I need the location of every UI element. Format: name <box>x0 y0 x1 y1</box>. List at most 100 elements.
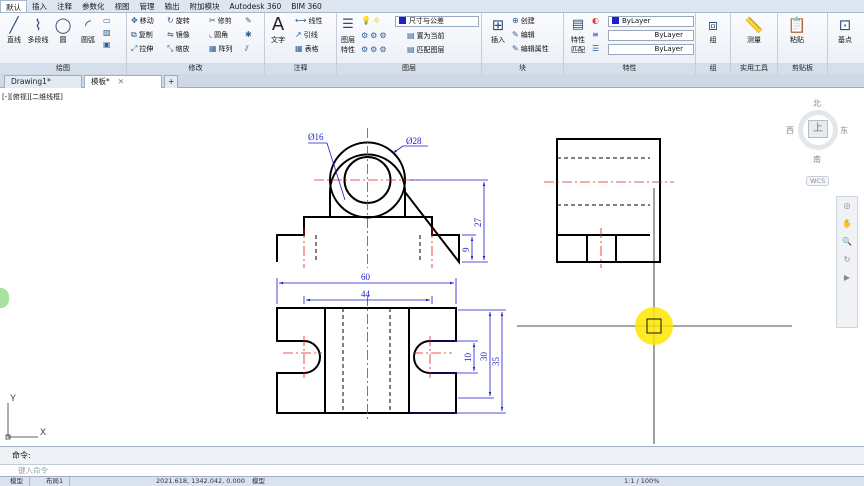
create-block-button[interactable]: ⊕ 创建 <box>512 15 535 27</box>
tab-manage[interactable]: 管理 <box>135 0 160 12</box>
properties-panel: ▤ 特性 匹配 ◐ ByLayer ≡ ByLayer ☰ ByLayer 特性 <box>564 13 696 74</box>
fillet-button[interactable]: ◟ 圆角 <box>209 29 228 41</box>
trim-button[interactable]: ✂ 修剪 <box>209 15 232 27</box>
showmotion-icon[interactable]: ▶ <box>837 269 857 287</box>
layer-state-icons[interactable]: 💡 ☼ <box>361 15 382 27</box>
modify-panel-title[interactable]: 修改 <box>127 63 264 74</box>
rotate-button[interactable]: ↻ 旋转 <box>167 15 190 27</box>
crosshair-cursor <box>517 188 792 444</box>
orbit-icon[interactable]: ↻ <box>837 251 857 269</box>
move-button[interactable]: ✥ 移动 <box>131 15 154 27</box>
steering-wheel-icon[interactable]: ◎ <box>837 197 857 215</box>
array-button[interactable]: ▦ 阵列 <box>209 43 233 55</box>
viewport-controls-label[interactable]: [-][俯视][二维线框] <box>2 92 63 102</box>
arc-button[interactable]: ◜ 圆弧 <box>75 15 101 45</box>
annotation-scale[interactable]: 1:1 / 100% <box>624 477 659 486</box>
command-input[interactable]: 键入命令 <box>0 464 864 476</box>
zoom-icon[interactable]: 🔍 <box>837 233 857 251</box>
doc-tab-drawing1[interactable]: Drawing1* <box>4 75 82 88</box>
erase-button[interactable]: ✎ <box>245 15 254 27</box>
tab-parametric[interactable]: 参数化 <box>77 0 110 12</box>
layer-tools-row1[interactable]: ⚙ ⚙ ⚙ <box>361 30 389 42</box>
linetype-dropdown[interactable]: ByLayer <box>608 30 694 41</box>
navigation-bar[interactable]: ◎ ✋ 🔍 ↻ ▶ <box>836 196 858 328</box>
tab-insert[interactable]: 插入 <box>27 0 52 12</box>
pan-icon[interactable]: ✋ <box>837 215 857 233</box>
leader-button[interactable]: ↗ 引线 <box>295 29 318 41</box>
tab-bim360[interactable]: BIM 360 <box>286 0 327 12</box>
tab-default[interactable]: 默认 <box>0 0 27 12</box>
tab-output[interactable]: 输出 <box>160 0 185 12</box>
viewcube[interactable]: 北 西 东 南 上 WCS <box>786 96 848 188</box>
edit-block-button[interactable]: ✎ 编辑 <box>512 29 535 41</box>
arc-icon: ◜ <box>85 16 91 34</box>
layers-panel-title[interactable]: 图层 <box>337 63 481 74</box>
viewcube-east[interactable]: 东 <box>840 125 848 136</box>
clipboard-icon: 📋 <box>787 16 807 34</box>
new-tab-button[interactable]: + <box>164 75 178 88</box>
hatch-button[interactable]: ▨ <box>103 27 113 39</box>
layer-dropdown[interactable]: 尺寸与公差 <box>395 16 479 27</box>
layer-tools-row2[interactable]: ⚙ ⚙ ⚙ <box>361 44 389 56</box>
gradient-button[interactable]: ▣ <box>103 39 113 51</box>
draw-panel-title[interactable]: 绘图 <box>0 63 126 74</box>
text-icon: A <box>271 14 285 35</box>
base-point-button[interactable]: ⊡ 基点 <box>832 15 858 45</box>
wcs-menu[interactable]: WCS <box>806 176 830 186</box>
drawing-canvas[interactable]: Ø16 Ø28 27 9 60 44 10 30 35 Y X <box>0 88 864 446</box>
text-button[interactable]: A 文字 <box>266 15 290 45</box>
viewcube-west[interactable]: 西 <box>786 125 794 136</box>
annotation-panel-title[interactable]: 注释 <box>265 63 336 74</box>
tab-view[interactable]: 视图 <box>110 0 135 12</box>
tab-annotate[interactable]: 注释 <box>52 0 77 12</box>
close-icon[interactable]: ✕ <box>118 77 124 86</box>
side-view-hidden <box>557 157 650 206</box>
copy-button[interactable]: ⧉ 复制 <box>131 29 153 41</box>
explode-button[interactable]: ✱ <box>245 29 254 41</box>
circle-button[interactable]: ◯ 圆 <box>50 15 76 45</box>
properties-panel-title[interactable]: 特性 <box>564 63 695 74</box>
paste-button[interactable]: 📋 粘贴 <box>784 15 810 45</box>
offset-button[interactable]: ⫽ <box>245 43 251 55</box>
clipboard-panel-title[interactable]: 剪贴板 <box>778 63 827 74</box>
viewcube-south[interactable]: 南 <box>813 154 821 165</box>
clipboard-panel: 📋 粘贴 剪贴板 <box>778 13 828 74</box>
edit-block-icon: ✎ <box>512 30 519 39</box>
line-button[interactable]: ╱ 直线 <box>1 15 27 45</box>
model-space-label[interactable]: 模型 <box>252 477 265 486</box>
group-icon: ⧈ <box>708 16 718 34</box>
block-panel-title[interactable]: 块 <box>482 63 563 74</box>
viewcube-face[interactable]: 上 <box>808 120 828 138</box>
polyline-button[interactable]: ⌇ 多段线 <box>25 15 51 45</box>
table-button[interactable]: ▦ 表格 <box>295 43 319 55</box>
tab-autodesk360[interactable]: Autodesk 360 <box>225 0 287 12</box>
linear-dimension-button[interactable]: ⟷ 线性 <box>295 15 322 27</box>
set-current-button[interactable]: ▤ 置为当前 <box>407 30 445 42</box>
utilities-panel-title[interactable]: 实用工具 <box>731 63 777 74</box>
layer-tool-icon: ⚙ <box>379 31 387 40</box>
stretch-button[interactable]: ⤢ 拉伸 <box>131 43 153 55</box>
insert-block-button[interactable]: ⊞ 插入 <box>485 15 511 45</box>
tab-addins[interactable]: 附加模块 <box>185 0 225 12</box>
color-dropdown[interactable]: ByLayer <box>608 16 694 27</box>
group-button[interactable]: ⧈ 组 <box>700 15 726 45</box>
dim-d16: Ø16 <box>308 132 324 142</box>
doc-tab-template[interactable]: 模板* ✕ <box>84 75 162 88</box>
groups-panel-title[interactable]: 组 <box>696 63 730 74</box>
insert-block-icon: ⊞ <box>491 16 505 34</box>
match-layer-button[interactable]: ▤ 匹配图层 <box>407 44 445 56</box>
rectangle-button[interactable]: ▭ <box>103 15 113 27</box>
measure-button[interactable]: 📏 测量 <box>741 15 767 45</box>
model-layout-tab[interactable]: 模型 <box>4 477 30 486</box>
lineweight-dropdown[interactable]: ByLayer <box>608 44 694 55</box>
draw-panel: ╱ 直线 ⌇ 多段线 ◯ 圆 ◜ 圆弧 ▭ ▨ ▣ 绘图 <box>0 13 127 74</box>
document-tab-bar: Drawing1* 模板* ✕ + <box>0 74 864 88</box>
scale-icon: ⤡ <box>167 44 174 53</box>
match-properties-button[interactable]: ▤ 特性 匹配 <box>566 15 590 55</box>
mirror-button[interactable]: ⇋ 镜像 <box>167 29 190 41</box>
scale-button[interactable]: ⤡ 缩放 <box>167 43 189 55</box>
edit-attributes-button[interactable]: ✎ 编辑属性 <box>512 43 549 55</box>
layout1-tab[interactable]: 布局1 <box>40 477 71 486</box>
viewcube-north[interactable]: 北 <box>813 98 821 109</box>
layer-properties-button[interactable]: ☰ 图层 特性 <box>337 15 359 55</box>
